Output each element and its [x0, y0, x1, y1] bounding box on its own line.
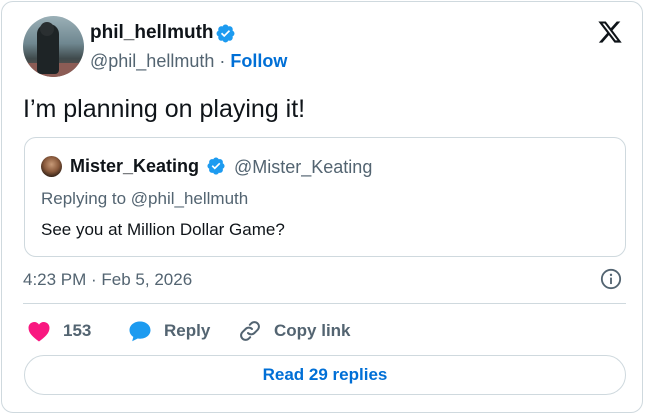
replying-to-label: Replying to @phil_hellmuth — [41, 189, 249, 208]
quoted-tweet-text: See you at Million Dollar Game? — [41, 220, 285, 239]
copy-link-label: Copy link — [274, 321, 351, 340]
verified-badge-icon — [216, 24, 235, 43]
like-button[interactable]: 153 — [27, 320, 91, 342]
avatar-head — [40, 22, 54, 36]
author-avatar[interactable] — [23, 16, 84, 77]
info-icon[interactable] — [600, 268, 622, 290]
author-handle[interactable]: @phil_hellmuth — [90, 51, 214, 71]
quoted-author-avatar[interactable] — [41, 156, 62, 177]
copy-link-button[interactable]: Copy link — [238, 320, 351, 342]
read-replies-button[interactable]: Read 29 replies — [24, 355, 626, 395]
quoted-author-name[interactable]: Mister_Keating — [70, 156, 199, 177]
tweet-text: I’m planning on playing it! — [23, 95, 306, 123]
read-replies-label: Read 29 replies — [262, 365, 388, 384]
actions-divider — [23, 303, 626, 304]
heart-icon — [28, 322, 50, 342]
tweet-timestamp[interactable]: 4:23 PM · Feb 5, 2026 — [23, 270, 192, 290]
follow-button[interactable]: Follow — [230, 51, 287, 71]
author-handle-line: @phil_hellmuth · Follow — [90, 51, 287, 72]
like-count: 153 — [63, 321, 92, 340]
author-name[interactable]: phil_hellmuth — [90, 22, 214, 44]
reply-button[interactable]: Reply — [128, 320, 210, 342]
x-logo-icon[interactable] — [596, 19, 624, 45]
quoted-author-handle[interactable]: @Mister_Keating — [234, 157, 372, 178]
verified-badge-icon — [207, 157, 225, 175]
speech-bubble-icon — [129, 321, 151, 342]
quoted-tweet[interactable]: Mister_Keating @Mister_Keating Replying … — [24, 137, 626, 257]
reply-label: Reply — [164, 321, 211, 340]
link-icon — [240, 321, 260, 341]
handle-separator: · — [214, 51, 231, 71]
